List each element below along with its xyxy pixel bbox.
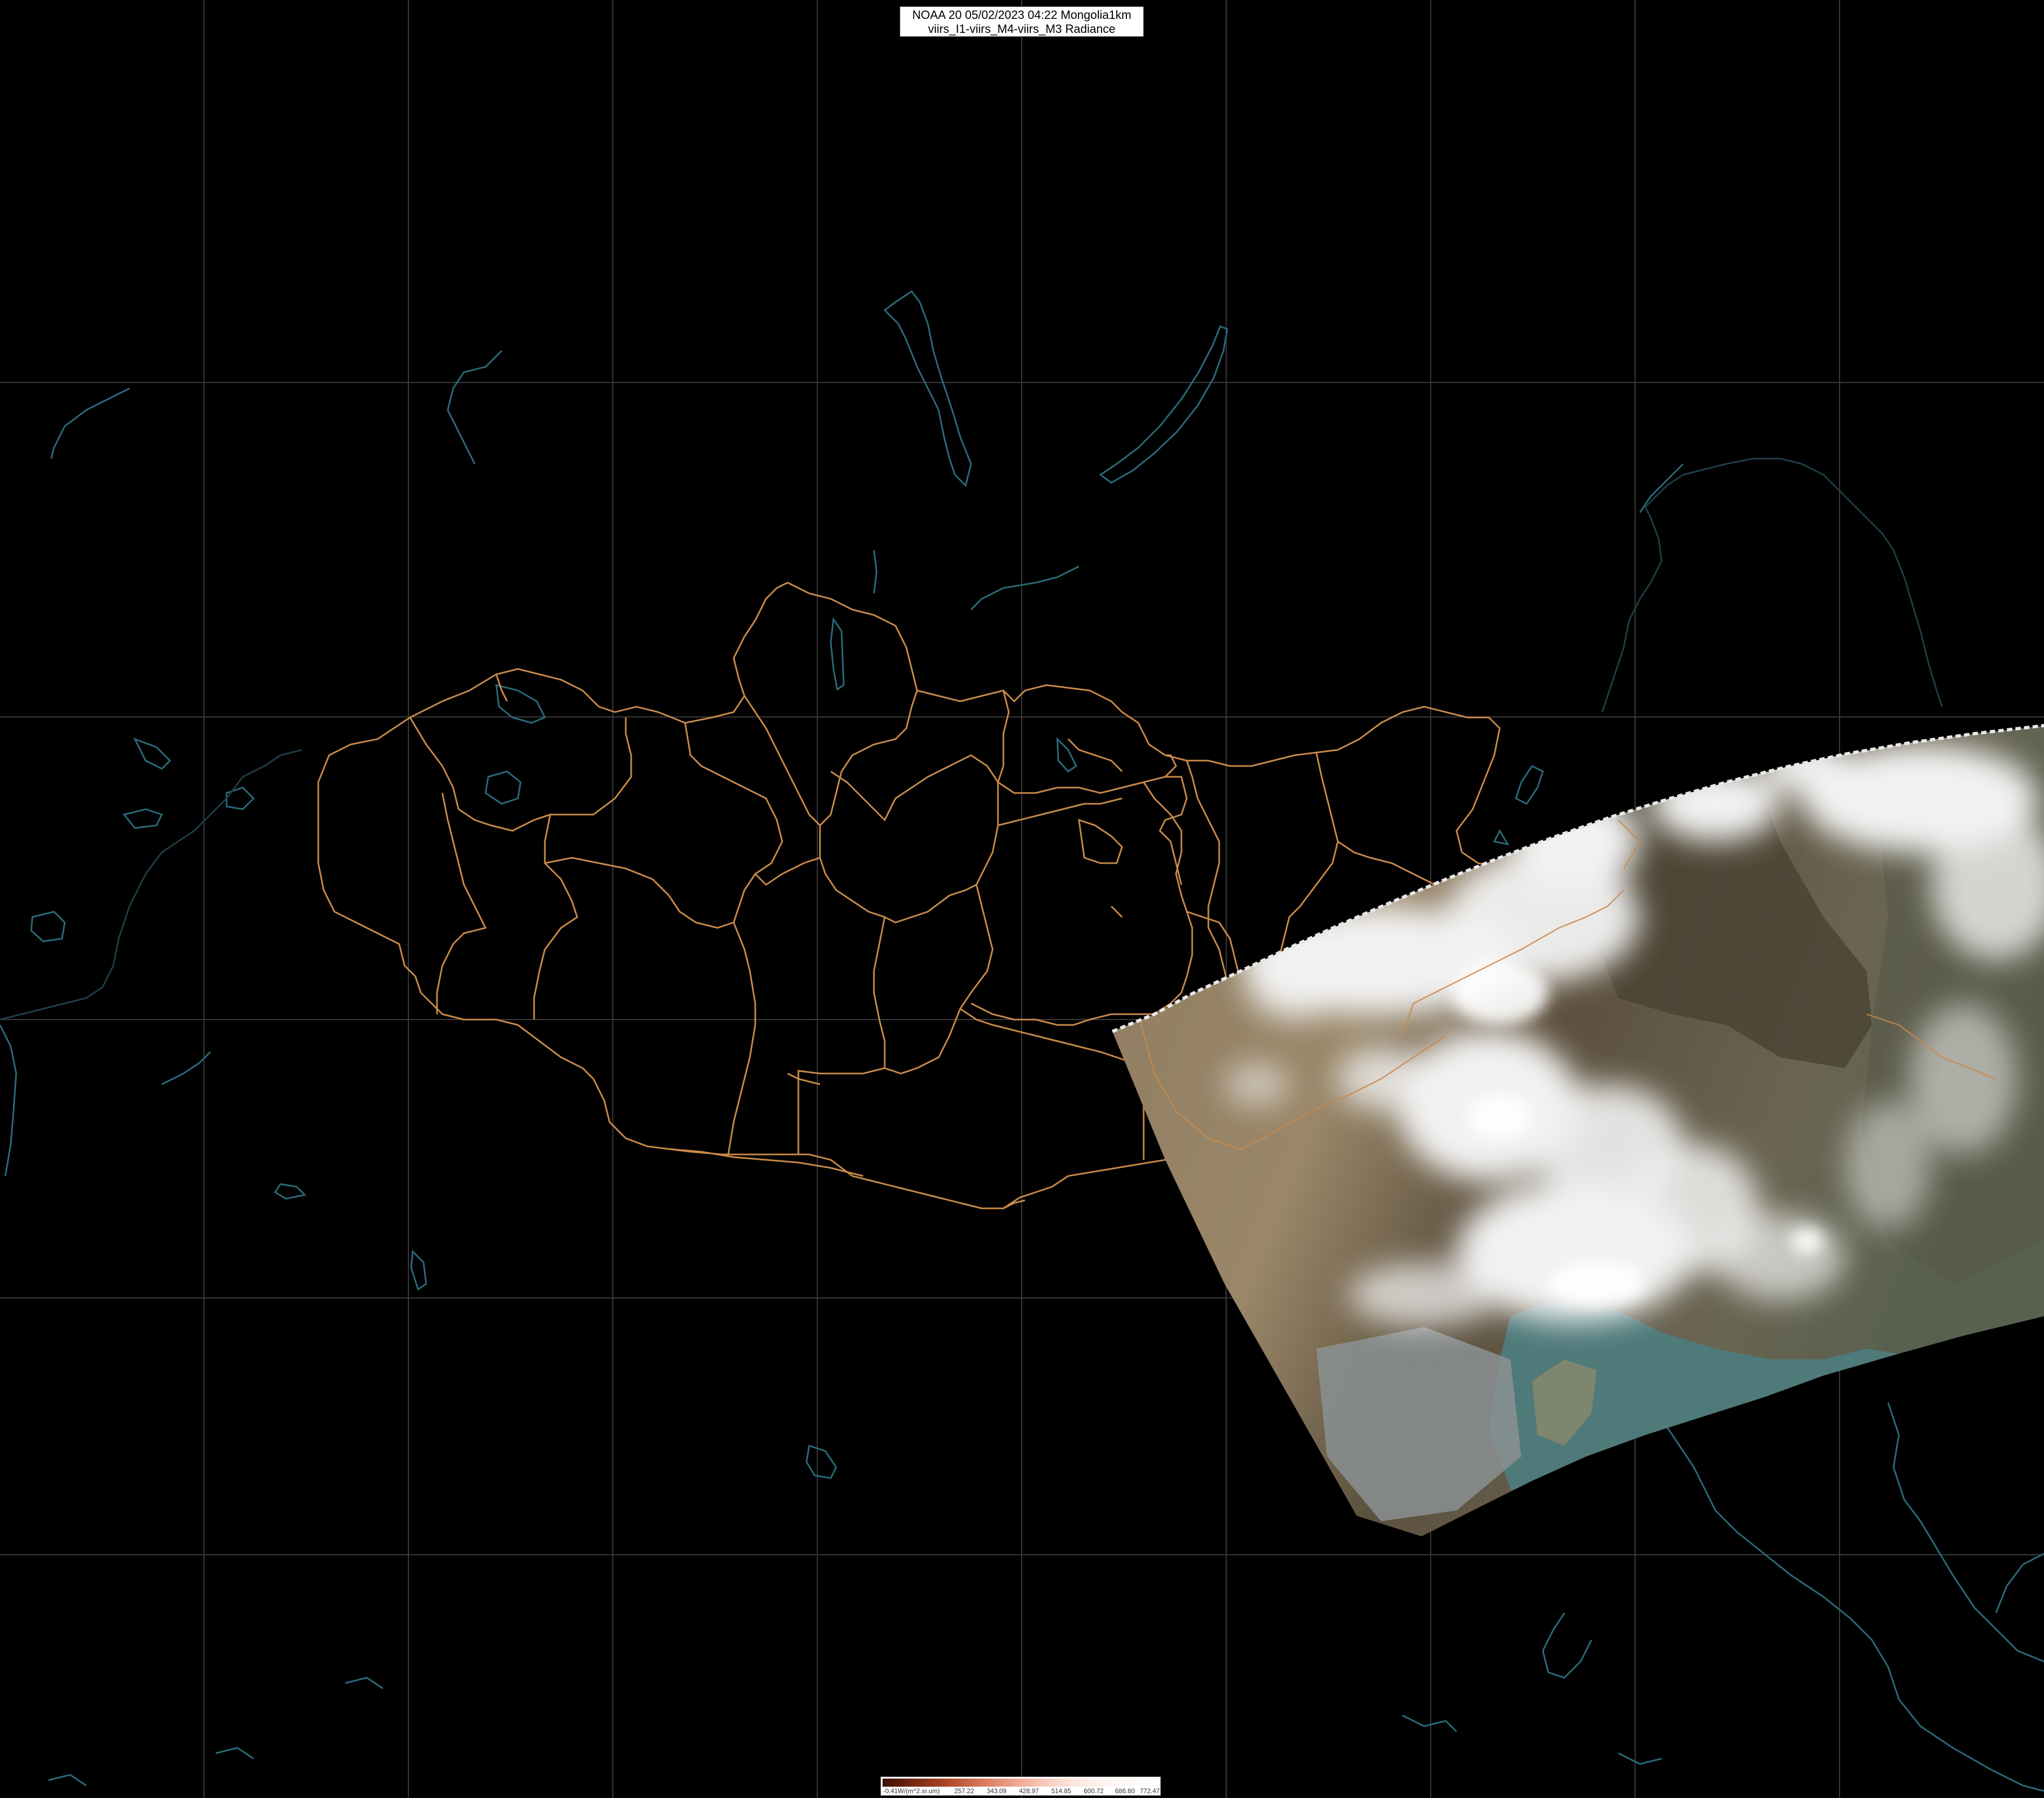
coastline bbox=[345, 1677, 384, 1690]
province-border bbox=[544, 722, 783, 929]
map-title-line2: viirs_I1-viirs_M4-viirs_M3 Radiance bbox=[928, 22, 1116, 36]
lake bbox=[1493, 829, 1510, 846]
lake bbox=[1515, 765, 1544, 805]
colorbar-ticks: -0.41W/(m^2.sr.um) 257.22 343.09 428.97 … bbox=[882, 1787, 1160, 1795]
colorbar-tick: 600.72 bbox=[1084, 1787, 1104, 1795]
river bbox=[447, 350, 503, 464]
satellite-swath bbox=[1112, 726, 2044, 1536]
province-border bbox=[884, 884, 994, 1075]
province-border bbox=[970, 782, 1193, 1026]
colorbar-tick: 257.22 bbox=[954, 1787, 974, 1795]
province-border bbox=[743, 690, 918, 827]
khuvsgul-lake bbox=[830, 617, 845, 691]
province-border bbox=[997, 754, 1177, 794]
coastline bbox=[1995, 1553, 2044, 1614]
province-border bbox=[533, 814, 578, 1020]
border-line bbox=[1601, 457, 1943, 713]
lake bbox=[133, 737, 172, 770]
map-title-box: NOAA 20 05/02/2023 04:22 Mongolia1km vii… bbox=[900, 6, 1144, 37]
border-line bbox=[0, 749, 303, 1021]
lake bbox=[410, 1249, 427, 1291]
colorbar-tick: 514.85 bbox=[1051, 1787, 1071, 1795]
province-border bbox=[436, 792, 487, 1014]
lake bbox=[274, 1183, 307, 1200]
lake bbox=[805, 1445, 837, 1479]
lake bbox=[225, 787, 255, 810]
province-border bbox=[1110, 905, 1123, 918]
province-border bbox=[787, 1072, 821, 1085]
coastline bbox=[1402, 1714, 1458, 1733]
coastline bbox=[1542, 1612, 1592, 1679]
province-border bbox=[409, 717, 632, 832]
river bbox=[50, 387, 130, 459]
province-border bbox=[1186, 760, 1231, 1014]
lake bbox=[122, 808, 163, 829]
map-canvas bbox=[0, 0, 2044, 1798]
angara-river bbox=[883, 290, 972, 487]
coastline bbox=[48, 1774, 87, 1787]
coastline bbox=[215, 1747, 254, 1760]
river bbox=[161, 1051, 211, 1085]
province-border bbox=[997, 797, 1123, 826]
river bbox=[0, 1024, 17, 1177]
coastline bbox=[1887, 1402, 2044, 1663]
province-border bbox=[1078, 818, 1123, 864]
province-border bbox=[819, 782, 999, 924]
province-border bbox=[830, 690, 1010, 822]
province-border bbox=[727, 922, 756, 1155]
colorbar-legend: -0.41W/(m^2.sr.um) 257.22 343.09 428.97 … bbox=[880, 1776, 1161, 1796]
colorbar-unit-label: -0.41W/(m^2.sr.um) bbox=[883, 1787, 940, 1795]
colorbar-tick: 343.09 bbox=[987, 1787, 1007, 1795]
colorbar-ramp bbox=[883, 1779, 1159, 1787]
colorbar-tick: 772.47 bbox=[1140, 1787, 1160, 1795]
map-title-line1: NOAA 20 05/02/2023 04:22 Mongolia1km bbox=[912, 8, 1132, 22]
coastline bbox=[1618, 1752, 1662, 1765]
province-border bbox=[754, 825, 821, 886]
province-border bbox=[797, 917, 886, 1154]
river bbox=[970, 565, 1079, 611]
colorbar-tick: 428.97 bbox=[1019, 1787, 1039, 1795]
lake bbox=[484, 770, 522, 805]
province-border bbox=[1159, 776, 1188, 885]
colorbar-tick: 686.60 bbox=[1115, 1787, 1135, 1795]
baikal-lake bbox=[1099, 325, 1228, 484]
river bbox=[873, 550, 878, 594]
lake bbox=[30, 911, 66, 942]
